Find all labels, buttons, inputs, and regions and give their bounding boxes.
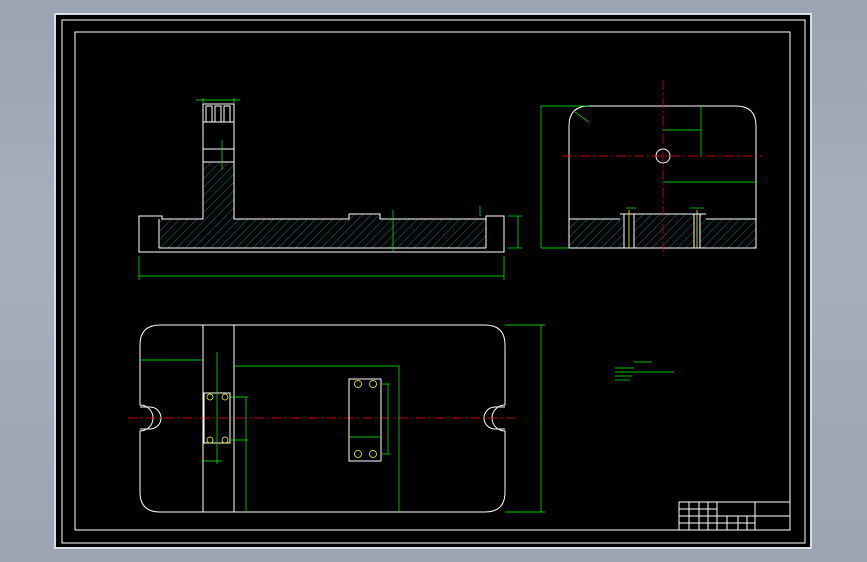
cad-workspace (0, 0, 867, 562)
drawing-canvas (54, 13, 812, 549)
side-hatch-mid (634, 214, 694, 248)
drawing-sheet (54, 13, 812, 549)
